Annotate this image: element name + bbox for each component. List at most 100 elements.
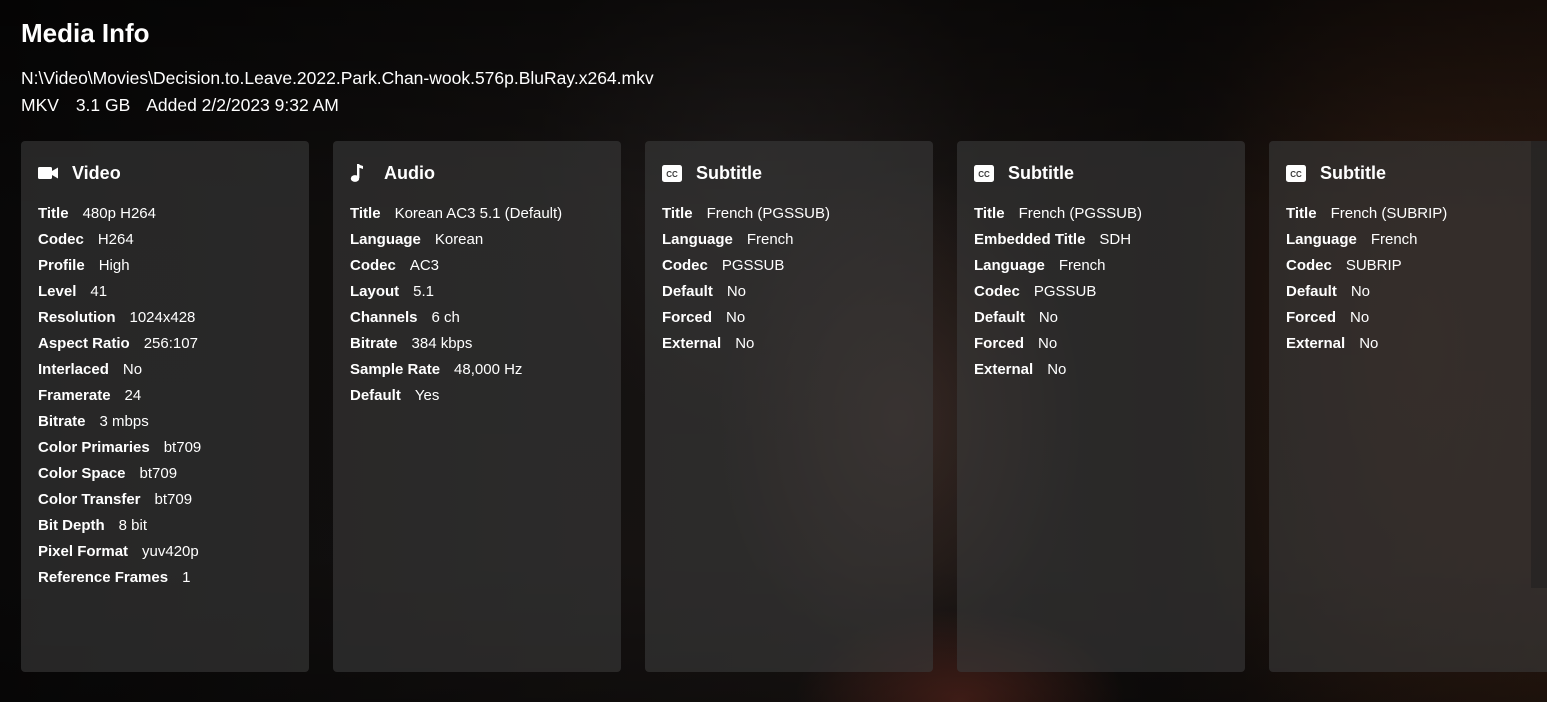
property-name: External bbox=[974, 361, 1034, 378]
stream-cards: Video Title 480p H264 Codec H264 Profile High L… bbox=[21, 141, 1547, 672]
stream-card-subtitle: CC Subtitle Title French (PGSSUB) Language Fr… bbox=[645, 141, 933, 672]
stream-property-row: Title French (PGSSUB) bbox=[974, 201, 1228, 227]
property-name: Bit Depth bbox=[38, 517, 105, 534]
stream-property-row: Sample Rate 48,000 Hz bbox=[350, 357, 604, 383]
closed-caption-icon: CC bbox=[662, 162, 684, 184]
property-value: Korean bbox=[434, 231, 484, 248]
stream-type-label: Subtitle bbox=[696, 162, 762, 183]
property-value: French (SUBRIP) bbox=[1330, 205, 1448, 222]
stream-property-row: Pixel Format yuv420p bbox=[38, 539, 292, 565]
property-value: No bbox=[726, 283, 747, 300]
stream-property-row: Forced No bbox=[974, 331, 1228, 357]
property-name: Sample Rate bbox=[350, 361, 441, 378]
stream-property-row: Title Korean AC3 5.1 (Default) bbox=[350, 201, 604, 227]
property-value: Yes bbox=[414, 387, 440, 404]
property-value: No bbox=[122, 361, 143, 378]
stream-card-subtitle: CC Subtitle Title French (PGSSUB) Embedded T… bbox=[957, 141, 1245, 672]
property-name: Title bbox=[974, 205, 1005, 222]
stream-property-row: Bit Depth 8 bit bbox=[38, 513, 292, 539]
property-name: Default bbox=[662, 283, 713, 300]
stream-property-row: Resolution 1024x428 bbox=[38, 305, 292, 331]
property-name: Title bbox=[38, 205, 69, 222]
property-value: bt709 bbox=[154, 491, 193, 508]
file-path: N:\Video\Movies\Decision.to.Leave.2022.P… bbox=[21, 68, 654, 88]
property-value: French (PGSSUB) bbox=[706, 205, 830, 222]
property-name: Default bbox=[350, 387, 401, 404]
property-value: 48,000 Hz bbox=[454, 361, 523, 378]
stream-property-row: Default Yes bbox=[350, 383, 604, 409]
stream-property-row: Framerate 24 bbox=[38, 383, 292, 409]
property-value: bt709 bbox=[163, 439, 202, 456]
property-name: Interlaced bbox=[38, 361, 109, 378]
stream-property-row: External No bbox=[662, 331, 916, 357]
property-value: No bbox=[1350, 283, 1371, 300]
stream-property-row: Codec SUBRIP bbox=[1286, 253, 1540, 279]
property-value: No bbox=[1359, 335, 1379, 352]
property-name: Aspect Ratio bbox=[38, 335, 130, 352]
property-name: Codec bbox=[1286, 257, 1332, 274]
stream-type-label: Subtitle bbox=[1008, 162, 1074, 183]
property-name: Color Transfer bbox=[38, 491, 141, 508]
video-camera-icon bbox=[38, 162, 60, 184]
property-name: Bitrate bbox=[38, 413, 86, 430]
property-name: Level bbox=[38, 283, 77, 300]
stream-property-row: Forced No bbox=[1286, 305, 1540, 331]
property-name: Color Primaries bbox=[38, 439, 150, 456]
svg-text:CC: CC bbox=[978, 170, 990, 179]
stream-property-row: Layout 5.1 bbox=[350, 279, 604, 305]
stream-property-row: Default No bbox=[662, 279, 916, 305]
property-name: Default bbox=[974, 309, 1025, 326]
stream-property-row: Reference Frames 1 bbox=[38, 565, 292, 591]
property-name: Language bbox=[974, 257, 1045, 274]
stream-property-row: Channels 6 ch bbox=[350, 305, 604, 331]
stream-property-row: Level 41 bbox=[38, 279, 292, 305]
property-name: Codec bbox=[38, 231, 84, 248]
property-value: No bbox=[1038, 335, 1058, 352]
stream-card-header: CC Subtitle bbox=[974, 161, 1228, 185]
stream-property-row: Title French (SUBRIP) bbox=[1286, 201, 1540, 227]
property-value: AC3 bbox=[409, 257, 440, 274]
property-name: Bitrate bbox=[350, 335, 398, 352]
svg-text:CC: CC bbox=[1290, 170, 1302, 179]
stream-card-audio: Audio Title Korean AC3 5.1 (Default) Langua… bbox=[333, 141, 621, 672]
music-note-icon bbox=[350, 162, 372, 184]
property-value: French bbox=[746, 231, 794, 248]
stream-property-row: Language French bbox=[1286, 227, 1540, 253]
stream-property-row: External No bbox=[1286, 331, 1540, 357]
property-value: H264 bbox=[97, 231, 134, 248]
date-added: Added 2/2/2023 9:32 AM bbox=[146, 95, 339, 115]
stream-property-row: Codec PGSSUB bbox=[662, 253, 916, 279]
stream-property-row: Language French bbox=[662, 227, 916, 253]
property-value: PGSSUB bbox=[1033, 283, 1097, 300]
property-name: Codec bbox=[350, 257, 396, 274]
property-name: Codec bbox=[662, 257, 708, 274]
stream-property-row: Color Space bt709 bbox=[38, 461, 292, 487]
property-value: French (PGSSUB) bbox=[1018, 205, 1142, 222]
property-value: SDH bbox=[1099, 231, 1132, 248]
stream-card-header: Audio bbox=[350, 161, 604, 185]
file-meta: MKV 3.1 GB Added 2/2/2023 9:32 AM bbox=[21, 94, 654, 116]
property-value: 24 bbox=[124, 387, 142, 404]
stream-property-row: Language French bbox=[974, 253, 1228, 279]
property-value: 384 kbps bbox=[411, 335, 473, 352]
property-value: Korean AC3 5.1 (Default) bbox=[394, 205, 563, 222]
property-name: Layout bbox=[350, 283, 400, 300]
property-name: Language bbox=[662, 231, 733, 248]
property-value: French bbox=[1370, 231, 1418, 248]
page-title: Media Info bbox=[21, 18, 150, 48]
property-name: Framerate bbox=[38, 387, 111, 404]
stream-card-header: CC Subtitle bbox=[662, 161, 916, 185]
property-value: 1 bbox=[182, 569, 191, 586]
property-name: Default bbox=[1286, 283, 1337, 300]
property-value: No bbox=[1038, 309, 1059, 326]
property-name: Title bbox=[350, 205, 381, 222]
stream-property-row: Bitrate 384 kbps bbox=[350, 331, 604, 357]
media-info-header: Media Info N:\Video\Movies\Decision.to.L… bbox=[21, 17, 654, 116]
property-value: yuv420p bbox=[142, 543, 199, 560]
property-name: External bbox=[1286, 335, 1346, 352]
stream-property-row: Bitrate 3 mbps bbox=[38, 409, 292, 435]
stream-card-video: Video Title 480p H264 Codec H264 Profile High L… bbox=[21, 141, 309, 672]
property-name: Forced bbox=[1286, 309, 1337, 326]
stream-property-row: Profile High bbox=[38, 253, 292, 279]
property-name: Title bbox=[1286, 205, 1317, 222]
